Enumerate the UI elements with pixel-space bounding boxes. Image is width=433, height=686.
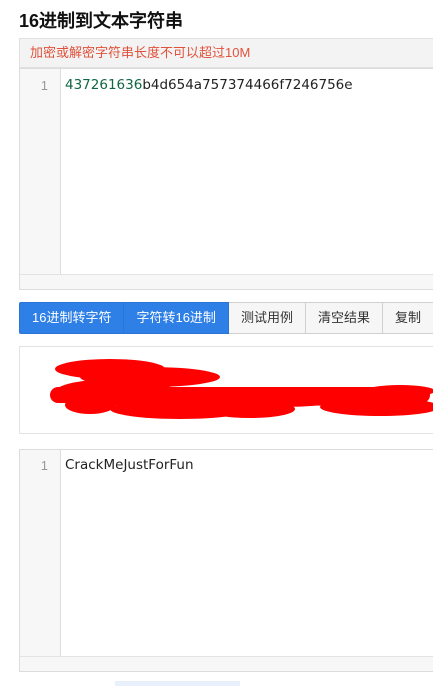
- line-number-gutter: [20, 450, 61, 671]
- line-number-gutter: [20, 69, 61, 289]
- copy-button[interactable]: 复制: [382, 302, 433, 334]
- output-editor[interactable]: 1 CrackMeJustForFun: [19, 449, 433, 672]
- redaction-scribble: [50, 359, 433, 419]
- input-code-numeric: 437261636: [65, 77, 143, 93]
- clear-result-button[interactable]: 清空结果: [305, 302, 383, 334]
- line-number: 1: [40, 458, 48, 473]
- bottom-tab-edge: [115, 681, 240, 686]
- action-toolbar: 16进制转字符 字符转16进制 测试用例 清空结果 复制: [19, 302, 433, 334]
- horizontal-scrollbar[interactable]: [20, 274, 433, 289]
- string-to-hex-button[interactable]: 字符转16进制: [124, 302, 229, 334]
- page-title: 16进制到文本字符串: [19, 11, 184, 31]
- size-limit-notice: 加密或解密字符串长度不可以超过10M: [19, 38, 433, 68]
- line-number: 1: [40, 78, 48, 93]
- redacted-area: [19, 346, 433, 434]
- hex-to-string-button[interactable]: 16进制转字符: [19, 302, 125, 334]
- horizontal-scrollbar[interactable]: [20, 656, 433, 671]
- output-code-line[interactable]: CrackMeJustForFun: [65, 457, 194, 473]
- input-code-line[interactable]: 437261636b4d654a757374466f7246756e: [65, 77, 353, 93]
- test-case-button[interactable]: 测试用例: [228, 302, 306, 334]
- input-code-rest: b4d654a757374466f7246756e: [142, 77, 353, 93]
- input-editor[interactable]: 1 437261636b4d654a757374466f7246756e: [19, 68, 433, 290]
